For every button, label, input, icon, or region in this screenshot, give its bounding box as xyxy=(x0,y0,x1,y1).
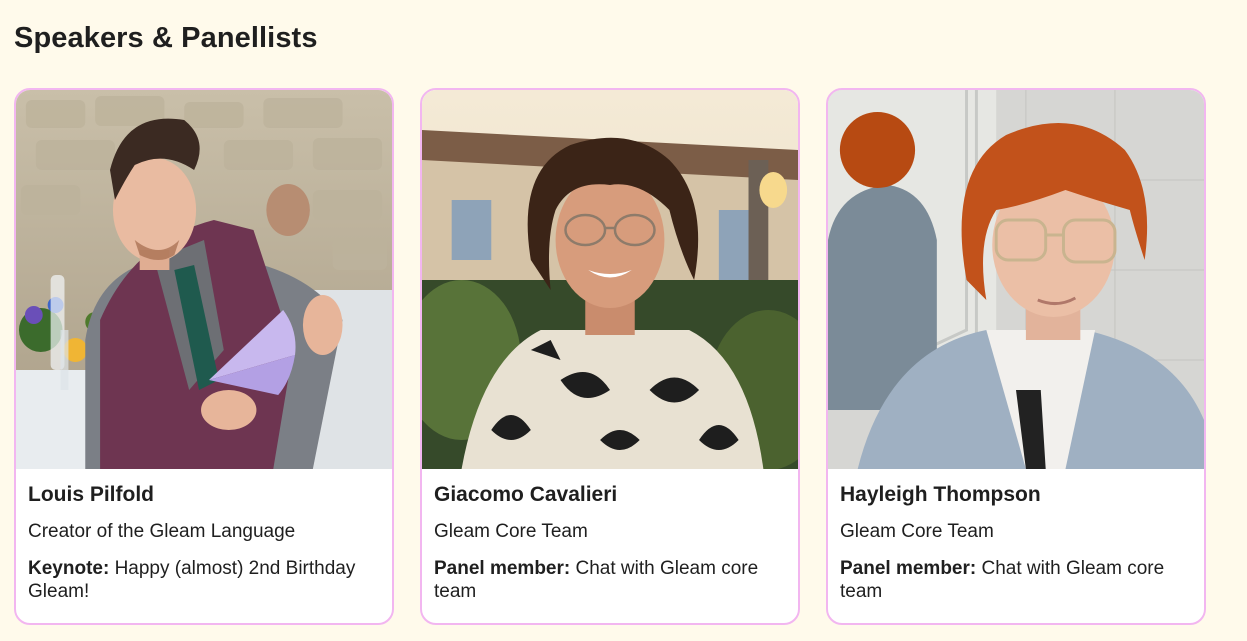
speaker-card-body: Giacomo Cavalieri Gleam Core Team Panel … xyxy=(422,469,798,603)
speaker-talk: Panel member: Chat with Gleam core team xyxy=(840,557,1192,603)
speaker-card[interactable]: Louis Pilfold Creator of the Gleam Langu… xyxy=(14,88,394,625)
speaker-photo-louis-pilfold xyxy=(16,90,392,469)
talk-label: Panel member: xyxy=(434,558,571,579)
speaker-role: Gleam Core Team xyxy=(434,521,588,542)
speaker-cards: Louis Pilfold Creator of the Gleam Langu… xyxy=(14,88,1206,625)
speaker-talk: Keynote: Happy (almost) 2nd Birthday Gle… xyxy=(28,557,380,603)
speaker-card[interactable]: Hayleigh Thompson Gleam Core Team Panel … xyxy=(826,88,1206,625)
section-title: Speakers & Panellists xyxy=(14,22,318,54)
speaker-card-body: Hayleigh Thompson Gleam Core Team Panel … xyxy=(828,469,1204,603)
speaker-photo-giacomo-cavalieri xyxy=(422,90,798,469)
speakers-page: Speakers & Panellists Louis Pilfold Crea… xyxy=(0,0,1247,641)
speaker-photo-hayleigh-thompson xyxy=(828,90,1204,469)
speaker-role: Gleam Core Team xyxy=(840,521,994,542)
speaker-talk: Panel member: Chat with Gleam core team xyxy=(434,557,786,603)
speaker-name: Hayleigh Thompson xyxy=(840,483,1041,506)
speaker-card-body: Louis Pilfold Creator of the Gleam Langu… xyxy=(16,469,392,603)
speaker-name: Giacomo Cavalieri xyxy=(434,483,618,506)
speaker-name: Louis Pilfold xyxy=(28,483,154,506)
talk-label: Keynote: xyxy=(28,558,110,579)
speaker-card[interactable]: Giacomo Cavalieri Gleam Core Team Panel … xyxy=(420,88,800,625)
talk-label: Panel member: xyxy=(840,558,977,579)
speaker-role: Creator of the Gleam Language xyxy=(28,521,296,542)
